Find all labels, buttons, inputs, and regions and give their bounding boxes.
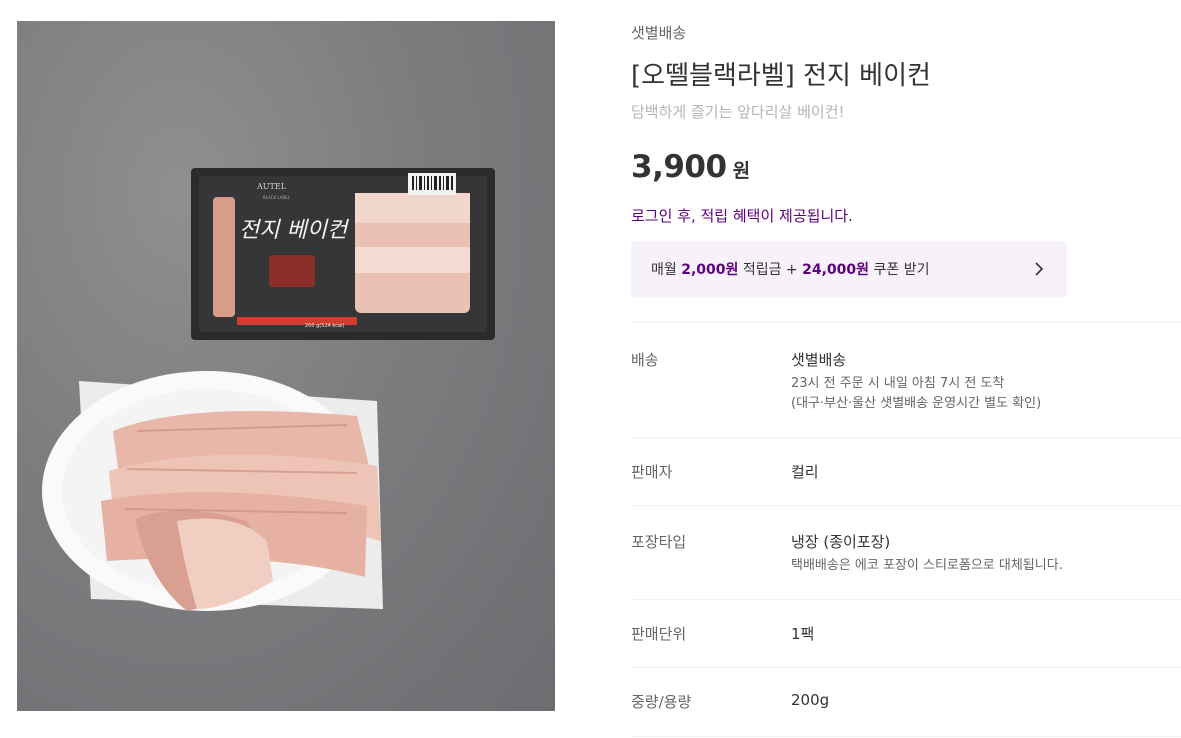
price: 3,900 원 — [631, 149, 750, 185]
detail-value: 1팩 — [791, 625, 815, 643]
login-benefit-notice: 로그인 후, 적립 혜택이 제공됩니다. — [631, 207, 853, 225]
coupon-points: 2,000원 — [681, 262, 739, 278]
detail-value: 컬리 — [791, 463, 819, 481]
detail-row-packaging: 포장타입 냉장 (종이포장) 택배배송은 에코 포장이 스티로폼으로 대체됩니다… — [631, 505, 1181, 599]
detail-row-unit: 판매단위 1팩 — [631, 599, 1181, 667]
detail-value: 200g — [791, 691, 830, 709]
product-subtitle: 담백하게 즐기는 앞다리살 베이컨! — [631, 103, 845, 121]
svg-text:BLACK LABEL: BLACK LABEL — [263, 195, 291, 200]
svg-text:200 g(524 kcal): 200 g(524 kcal) — [305, 323, 344, 329]
chevron-right-icon — [1035, 262, 1044, 276]
product-image: AUTEL BLACK LABEL 전지 베이컨 200 g(524 kcal) — [17, 21, 555, 711]
bacon-product-photo: AUTEL BLACK LABEL 전지 베이컨 200 g(524 kcal) — [42, 168, 495, 611]
svg-text:전지 베이컨: 전지 베이컨 — [239, 218, 350, 243]
detail-label: 판매자 — [631, 463, 673, 481]
detail-row-weight: 중량/용량 200g — [631, 667, 1181, 736]
detail-row-seller: 판매자 컬리 — [631, 437, 1181, 505]
detail-label: 판매단위 — [631, 625, 687, 643]
detail-label: 포장타입 — [631, 533, 687, 551]
price-amount: 3,900 — [631, 149, 727, 185]
detail-note: 택배배송은 에코 포장이 스티로폼으로 대체됩니다. — [791, 558, 1063, 573]
detail-row-delivery: 배송 샛별배송 23시 전 주문 시 내일 아침 7시 전 도착 (대구·부산·… — [631, 322, 1181, 437]
detail-value: 냉장 (종이포장) — [791, 533, 891, 551]
plate-with-bacon — [42, 371, 383, 611]
detail-label: 중량/용량 — [631, 693, 692, 711]
coupon-banner-button[interactable]: 매월 2,000원 적립금 + 24,000원 쿠폰 받기 — [631, 241, 1067, 297]
coupon-banner-text: 매월 2,000원 적립금 + 24,000원 쿠폰 받기 — [651, 262, 930, 278]
price-unit: 원 — [732, 160, 751, 182]
detail-note: (대구·부산·울산 샛별배송 운영시간 별도 확인) — [791, 396, 1042, 411]
detail-note: 23시 전 주문 시 내일 아침 7시 전 도착 — [791, 376, 1005, 391]
detail-value: 샛별배송 — [791, 351, 847, 369]
detail-label: 배송 — [631, 351, 659, 369]
coupon-amount: 24,000원 — [802, 262, 870, 278]
divider — [631, 736, 1181, 737]
product-title: [오뗄블랙라벨] 전지 베이컨 — [631, 61, 931, 91]
svg-text:AUTEL: AUTEL — [256, 182, 287, 191]
delivery-tag: 샛별배송 — [631, 24, 687, 42]
bacon-package: AUTEL BLACK LABEL 전지 베이컨 200 g(524 kcal) — [191, 168, 495, 340]
